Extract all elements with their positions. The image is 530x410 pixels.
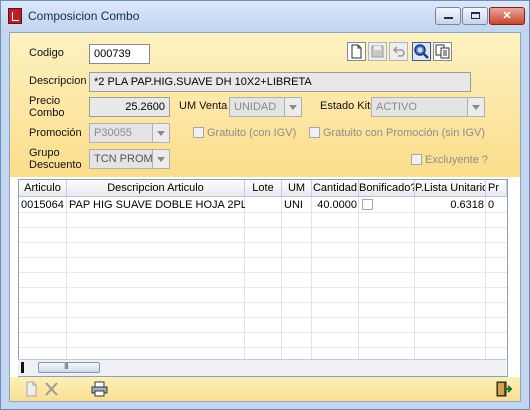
column-header-precio-lista[interactable]: P.Lista Unitario: [415, 180, 486, 196]
exit-button[interactable]: [494, 380, 513, 398]
exit-door-icon: [496, 381, 513, 397]
gratuito-checkbox[interactable]: [193, 127, 204, 138]
copy-icon: [435, 44, 450, 59]
codigo-label: Codigo: [29, 47, 64, 59]
grupo-label-line2: Descuento: [29, 159, 82, 171]
minimize-button[interactable]: [435, 7, 461, 25]
window: Composicion Combo ✕ Codigo 000739 Descri…: [0, 0, 530, 410]
maximize-icon: [471, 12, 480, 19]
grid-divider: [19, 302, 507, 303]
chevron-down-icon: [284, 98, 301, 116]
cell-bonificado-checkbox[interactable]: [362, 199, 373, 210]
um-venta-select[interactable]: UNIDAD: [229, 97, 302, 117]
grid-divider: [19, 347, 507, 348]
app-icon: [8, 8, 22, 24]
codigo-field[interactable]: 000739: [89, 44, 150, 64]
column-header-bonificado[interactable]: Bonificado?: [359, 180, 415, 196]
estado-kits-label: Estado Kits: [320, 100, 376, 112]
grid-divider: [19, 287, 507, 288]
grid-header: Articulo Descripcion Articulo Lote UM Ca…: [19, 180, 507, 197]
gratuito-promocion-label: Gratuito con Promoción (sin IGV): [323, 127, 486, 139]
articles-grid[interactable]: Articulo Descripcion Articulo Lote UM Ca…: [18, 179, 508, 377]
cell-descripcion[interactable]: PAP HIG SUAVE DOBLE HOJA 2PLY 1: [67, 198, 245, 212]
gratuito-promocion-checkbox[interactable]: [309, 127, 320, 138]
scroll-left-marker: [21, 362, 24, 373]
chevron-down-icon: [467, 98, 484, 116]
print-button[interactable]: [90, 380, 109, 398]
precio-label-line1: Precio: [29, 95, 61, 107]
delete-row-button[interactable]: [42, 380, 61, 398]
undo-icon: [392, 46, 405, 57]
promocion-value: P30055: [94, 127, 132, 139]
descripcion-label: Descripcion: [29, 75, 87, 87]
estado-kits-value: ACTIVO: [376, 101, 417, 113]
cell-pr[interactable]: 0: [486, 198, 507, 212]
grid-divider: [311, 197, 312, 359]
grid-divider: [19, 242, 507, 243]
cell-cantidad[interactable]: 40.0000: [312, 198, 359, 212]
print-icon: [91, 381, 108, 397]
new-document-button[interactable]: [347, 42, 366, 61]
search-button[interactable]: [412, 42, 431, 61]
grid-divider: [281, 197, 282, 359]
excluyente-checkbox[interactable]: [411, 154, 422, 165]
column-header-cantidad[interactable]: Cantidad: [312, 180, 359, 196]
title-bar: Composicion Combo ✕: [1, 1, 529, 31]
scrollbar-grip-icon: III: [64, 362, 69, 371]
excluyente-label: Excluyente ?: [425, 154, 488, 166]
close-icon: ✕: [502, 10, 512, 22]
column-header-pr[interactable]: Pr: [486, 180, 507, 196]
gratuito-label: Gratuito (con IGV): [207, 127, 297, 139]
um-venta-label: UM Venta: [179, 100, 228, 112]
estado-kits-select[interactable]: ACTIVO: [371, 97, 485, 117]
chevron-down-icon: [152, 150, 169, 168]
descripcion-field[interactable]: *2 PLA PAP.HIG.SUAVE DH 10X2+LIBRETA: [89, 72, 471, 92]
grid-divider: [19, 317, 507, 318]
window-title: Composicion Combo: [28, 9, 140, 23]
new-document-icon: [351, 44, 362, 59]
column-header-descripcion[interactable]: Descripcion Articulo: [67, 180, 245, 196]
grid-divider: [414, 197, 415, 359]
scrollbar-thumb[interactable]: [38, 362, 100, 373]
copy-button[interactable]: [433, 42, 452, 61]
save-button[interactable]: [368, 42, 387, 61]
cell-um[interactable]: UNI: [282, 198, 312, 212]
search-icon: [414, 44, 429, 59]
cell-lote[interactable]: [245, 198, 282, 212]
grid-divider: [19, 227, 507, 228]
promocion-label: Promoción: [29, 127, 82, 139]
bottom-toolbar: [10, 377, 520, 401]
horizontal-scrollbar[interactable]: III: [18, 359, 506, 376]
um-venta-value: UNIDAD: [234, 101, 277, 113]
add-row-button[interactable]: [22, 380, 41, 398]
grid-divider: [358, 197, 359, 359]
maximize-button[interactable]: [462, 7, 488, 25]
grid-divider: [19, 332, 507, 333]
column-header-um[interactable]: UM: [282, 180, 312, 196]
new-document-icon: [26, 381, 37, 397]
grid-divider: [66, 197, 67, 359]
grupo-label-line1: Grupo: [29, 147, 60, 159]
precio-label-line2: Combo: [29, 107, 65, 119]
promocion-select[interactable]: P30055: [89, 123, 170, 143]
save-icon: [371, 45, 384, 58]
close-button[interactable]: ✕: [489, 7, 525, 25]
undo-button[interactable]: [389, 42, 408, 61]
column-header-articulo[interactable]: Articulo: [19, 180, 67, 196]
grid-divider: [244, 197, 245, 359]
cell-precio-lista[interactable]: 0.6318: [415, 198, 486, 212]
cell-articulo[interactable]: 0015064: [19, 198, 67, 212]
client-area: Codigo 000739 Descripcion *2 PLA PAP.HIG…: [9, 32, 521, 402]
grid-divider: [19, 272, 507, 273]
grupo-descuento-select[interactable]: TCN PROM KC: [89, 149, 170, 169]
grid-divider: [485, 197, 486, 359]
grid-divider: [19, 212, 507, 213]
combo-form: Codigo 000739 Descripcion *2 PLA PAP.HIG…: [10, 33, 520, 177]
minimize-icon: [444, 17, 453, 19]
chevron-down-icon: [152, 124, 169, 142]
grid-divider: [19, 257, 507, 258]
precio-combo-field[interactable]: 25.2600: [89, 97, 170, 117]
column-header-lote[interactable]: Lote: [245, 180, 282, 196]
delete-icon: [45, 382, 58, 396]
